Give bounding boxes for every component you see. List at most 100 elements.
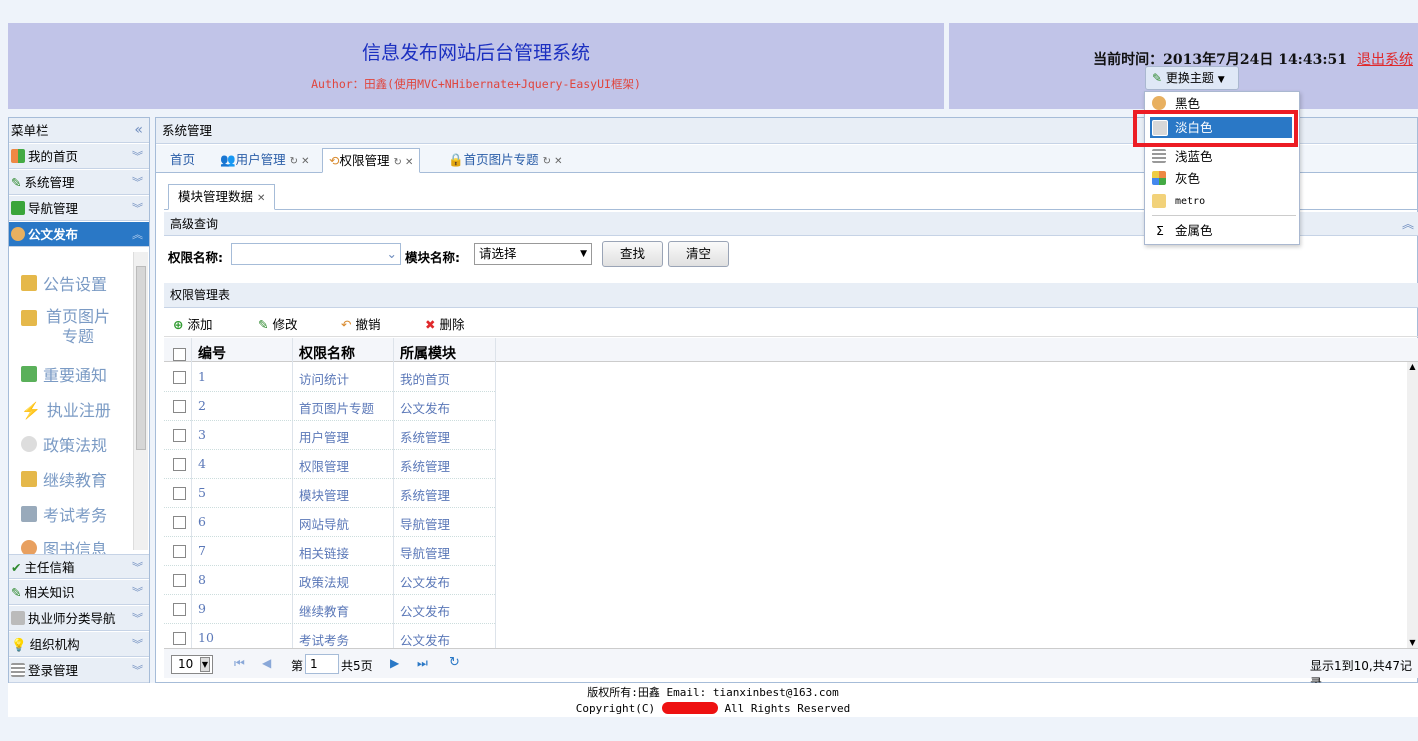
menu-item-nav[interactable]: 导航管理 ︾	[9, 196, 149, 221]
menu-label: 公文发布	[28, 227, 79, 242]
table-row[interactable]: 2 首页图片专题 公文发布	[164, 391, 495, 421]
sub-item-exam[interactable]: 考试考务	[21, 502, 107, 526]
theme-item-metro[interactable]: metro	[1150, 191, 1292, 212]
grid-scrollbar[interactable]: ▲ ▼	[1407, 362, 1418, 648]
cell-id: 8	[198, 572, 206, 587]
key-icon	[21, 275, 37, 291]
sub-item-policy[interactable]: 政策法规	[21, 432, 107, 456]
row-checkbox[interactable]	[173, 603, 186, 616]
menu-item-category-nav[interactable]: 执业师分类导航 ︾	[9, 606, 149, 631]
undo-button[interactable]: ↶ 撤销	[341, 314, 380, 333]
close-icon[interactable]: ↻ ✕	[543, 156, 563, 167]
theme-item-light-blue[interactable]: 浅蓝色	[1150, 146, 1292, 167]
row-checkbox[interactable]	[173, 400, 186, 413]
sub-item-notices[interactable]: 重要通知	[21, 362, 107, 386]
table-row[interactable]: 1 访问统计 我的首页	[164, 362, 495, 392]
pencil-icon: ✎	[11, 585, 22, 600]
theme-item-gray[interactable]: 灰色	[1150, 168, 1292, 189]
menu-title-bar: 菜单栏 «	[9, 118, 149, 143]
menu-scrollbar[interactable]	[133, 252, 148, 550]
tab-users[interactable]: 👥用户管理 ↻ ✕	[214, 148, 316, 173]
table-row[interactable]: 4 权限管理 系统管理	[164, 449, 495, 479]
pencil-icon: ✎	[258, 317, 269, 332]
table-row[interactable]: 6 网站导航 导航管理	[164, 507, 495, 537]
next-page-icon[interactable]: ▶	[390, 656, 399, 670]
add-button[interactable]: ⊕ 添加	[173, 314, 212, 333]
close-icon[interactable]: ↻ ✕	[394, 157, 414, 168]
search-button[interactable]: 查找	[602, 241, 663, 267]
ruler-icon	[11, 611, 25, 625]
table-row[interactable]: 7 相关链接 导航管理	[164, 536, 495, 566]
change-theme-button[interactable]: ✎ 更换主题 ▼	[1145, 66, 1239, 90]
cell-permission-name: 用户管理	[299, 430, 350, 445]
menu-item-login[interactable]: 登录管理 ︾	[9, 658, 149, 683]
row-checkbox[interactable]	[173, 516, 186, 529]
refresh-icon[interactable]: ↻	[449, 655, 460, 670]
cell-module: 系统管理	[400, 430, 451, 445]
table-row[interactable]: 3 用户管理 系统管理	[164, 420, 495, 450]
clear-button[interactable]: 清空	[668, 241, 729, 267]
row-checkbox[interactable]	[173, 545, 186, 558]
sub-item-books[interactable]: 图书信息	[21, 536, 107, 554]
collapse-up-icon[interactable]: ︽	[1402, 212, 1414, 236]
folder-icon	[1152, 194, 1166, 208]
cell-permission-name: 模块管理	[299, 488, 350, 503]
column-id[interactable]: 编号	[198, 343, 226, 363]
sub-item-registration[interactable]: ⚡ 执业注册	[21, 397, 111, 421]
cell-module: 系统管理	[400, 488, 451, 503]
permission-name-combo[interactable]: ⌄	[231, 243, 401, 265]
cell-id: 4	[198, 456, 206, 471]
last-page-icon[interactable]: ⏭	[417, 656, 428, 671]
row-checkbox[interactable]	[173, 487, 186, 500]
side-menu: 菜单栏 « 我的首页 ︾ ✎ 系统管理 ︾ 导航管理 ︾ 公文发布 ︽ 公告设置 …	[8, 117, 150, 683]
menu-item-organization[interactable]: 💡 组织机构 ︾	[9, 632, 149, 657]
page-prefix: 第	[291, 659, 304, 673]
select-all-checkbox[interactable]	[173, 348, 186, 361]
tab-module-data[interactable]: 模块管理数据 ✕	[168, 184, 276, 210]
cell-module: 导航管理	[400, 517, 451, 532]
table-row[interactable]: 8 政策法规 公文发布	[164, 565, 495, 595]
palette-icon	[21, 540, 37, 554]
menu-item-knowledge[interactable]: ✎ 相关知识 ︾	[9, 580, 149, 605]
row-checkbox[interactable]	[173, 574, 186, 587]
column-permission-name[interactable]: 权限名称	[299, 343, 355, 363]
column-module[interactable]: 所属模块	[400, 343, 456, 363]
prev-page-icon[interactable]: ◀	[262, 656, 271, 670]
logout-link[interactable]: 退出系统	[1357, 52, 1413, 68]
menu-item-system[interactable]: ✎ 系统管理 ︾	[9, 170, 149, 195]
table-row[interactable]: 9 继续教育 公文发布	[164, 594, 495, 624]
table-row[interactable]: 5 模块管理 系统管理	[164, 478, 495, 508]
delete-button[interactable]: ✖ 删除	[425, 314, 464, 333]
collapse-left-icon[interactable]: «	[134, 118, 143, 143]
cell-id: 1	[198, 369, 206, 384]
close-icon[interactable]: ↻ ✕	[290, 156, 310, 167]
row-checkbox[interactable]	[173, 458, 186, 471]
tab-permissions[interactable]: ⟲权限管理 ↻ ✕	[322, 148, 421, 173]
tab-home-images[interactable]: 🔒首页图片专题 ↻ ✕	[442, 148, 569, 173]
lock-icon	[21, 310, 37, 326]
cell-permission-name: 继续教育	[299, 604, 350, 619]
edit-button[interactable]: ✎ 修改	[258, 314, 297, 333]
caret-down-icon: ▼	[199, 657, 210, 672]
row-checkbox[interactable]	[173, 371, 186, 384]
module-name-select[interactable]: 请选择 ▼	[474, 243, 592, 265]
first-page-icon[interactable]: ⏮	[234, 656, 245, 671]
cell-id: 2	[198, 398, 206, 413]
row-checkbox[interactable]	[173, 632, 186, 645]
menu-item-home[interactable]: 我的首页 ︾	[9, 144, 149, 169]
page-size-select[interactable]: 10 ▼	[171, 655, 213, 674]
chevron-down-icon: ︾	[132, 202, 143, 215]
menu-item-publish[interactable]: 公文发布 ︽	[9, 222, 149, 247]
sub-item-education[interactable]: 继续教育	[21, 467, 107, 491]
sub-item-announcement[interactable]: 公告设置	[21, 271, 107, 295]
row-checkbox[interactable]	[173, 429, 186, 442]
close-icon[interactable]: ✕	[257, 193, 265, 204]
tab-home[interactable]: 首页	[164, 148, 201, 173]
bulb-icon	[21, 436, 37, 452]
sub-item-home-images[interactable]: 首页图片专题	[21, 307, 113, 347]
page-number-input[interactable]: 1	[305, 654, 339, 674]
grid-color-icon	[1152, 171, 1166, 185]
theme-item-metallic[interactable]: Σ 金属色	[1150, 220, 1292, 241]
menu-item-mailbox[interactable]: ✔ 主任信箱 ︾	[9, 554, 149, 579]
menu-label: 组织机构	[29, 637, 80, 652]
